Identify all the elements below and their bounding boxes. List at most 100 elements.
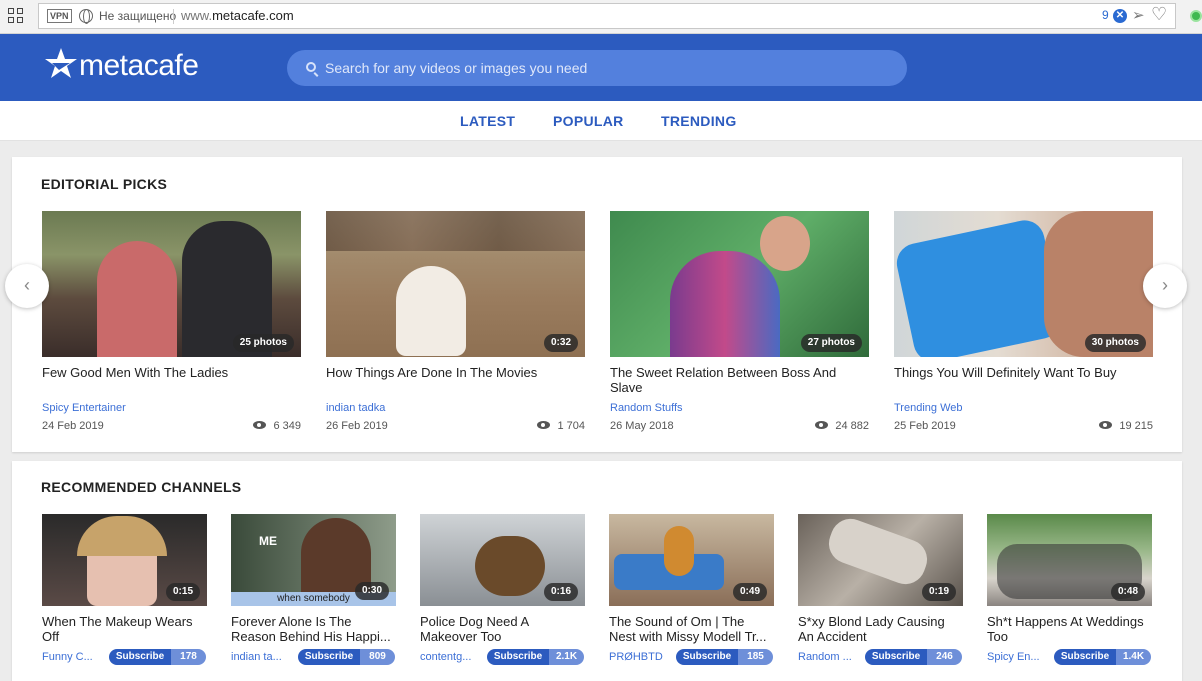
media-badge: 25 photos <box>232 334 294 352</box>
subscriber-count: 178 <box>171 649 206 665</box>
chevron-left-icon: ‹ <box>24 275 30 295</box>
card-title[interactable]: When The Makeup Wears Off <box>42 614 202 644</box>
view-count: 19 215 <box>1099 420 1153 432</box>
carousel-prev-button[interactable]: ‹ <box>5 264 49 308</box>
globe-icon[interactable] <box>79 9 93 24</box>
media-badge: 0:49 <box>732 583 767 601</box>
card-title[interactable]: S*xy Blond Lady Causing An Accident <box>798 614 958 644</box>
card-title[interactable]: The Sweet Relation Between Boss And Slav… <box>610 365 860 395</box>
channel-link[interactable]: Trending Web <box>894 402 962 414</box>
tabs-grid-icon[interactable] <box>8 8 24 24</box>
thumb-face <box>760 216 810 271</box>
thumb-person <box>670 251 780 357</box>
card-thumbnail[interactable]: 25 photos <box>42 211 301 357</box>
card-thumbnail[interactable]: 0:15 <box>42 514 207 606</box>
subscriber-count: 809 <box>360 649 395 665</box>
section-title: EDITORIAL PICKS <box>41 176 168 192</box>
channel-link[interactable]: indian ta... <box>231 651 282 663</box>
editorial-picks-panel: EDITORIAL PICKS 25 photos Few Good Men W… <box>12 157 1182 452</box>
eye-icon <box>253 421 267 429</box>
channel-footer: Spicy En... Subscribe 1.4K <box>987 649 1152 665</box>
channel-link[interactable]: PRØHBTD <box>609 651 663 663</box>
subscribe-button[interactable]: Subscribe 1.4K <box>1054 649 1151 665</box>
view-count: 6 349 <box>253 420 301 432</box>
card-title[interactable]: Sh*t Happens At Weddings Too <box>987 614 1147 644</box>
channel-link[interactable]: Spicy Entertainer <box>42 402 126 414</box>
card-date: 25 Feb 2019 <box>894 420 956 432</box>
view-count: 1 704 <box>537 420 585 432</box>
url-text[interactable]: www.metacafe.com <box>181 8 294 23</box>
heart-icon[interactable]: ♡ <box>1151 4 1167 25</box>
thumb-comb <box>894 216 1065 357</box>
vpn-badge[interactable]: VPN <box>47 9 72 23</box>
subscribe-button[interactable]: Subscribe 185 <box>676 649 773 665</box>
extension-count: 9 <box>1102 8 1109 22</box>
card-thumbnail[interactable]: 0:49 <box>609 514 774 606</box>
channel-link[interactable]: Random ... <box>798 651 852 663</box>
card-thumbnail[interactable]: 30 photos <box>894 211 1153 357</box>
address-bar[interactable]: VPN Не защищено www.metacafe.com 9 ✕ ➢ ♡ <box>38 3 1176 29</box>
subscribe-button[interactable]: Subscribe 2.1K <box>487 649 584 665</box>
card-date: 24 Feb 2019 <box>42 420 104 432</box>
card-title[interactable]: How Things Are Done In The Movies <box>326 365 576 380</box>
card-thumbnail[interactable]: 0:32 <box>326 211 585 357</box>
url-prefix: www. <box>181 8 213 23</box>
logo[interactable]: metacafe <box>43 46 203 86</box>
search-bar[interactable] <box>287 50 907 86</box>
card-title[interactable]: Few Good Men With The Ladies <box>42 365 292 380</box>
subscribe-button[interactable]: Subscribe 809 <box>298 649 395 665</box>
subscribe-button[interactable]: Subscribe 246 <box>865 649 962 665</box>
subscriber-count: 185 <box>738 649 773 665</box>
channel-footer: Random ... Subscribe 246 <box>798 649 963 665</box>
media-badge: 0:48 <box>1110 583 1145 601</box>
channel-link[interactable]: Funny C... <box>42 651 93 663</box>
view-count: 24 882 <box>815 420 869 432</box>
card-thumbnail[interactable]: 0:48 <box>987 514 1152 606</box>
search-icon <box>306 62 316 72</box>
thumb-person-left <box>97 241 177 357</box>
views-value: 19 215 <box>1119 420 1153 432</box>
views-value: 1 704 <box>557 420 585 432</box>
thumb-horse <box>396 266 466 356</box>
carousel-next-button[interactable]: › <box>1143 264 1187 308</box>
card-thumbnail[interactable]: 27 photos <box>610 211 869 357</box>
card-title[interactable]: Police Dog Need A Makeover Too <box>420 614 580 644</box>
status-dot-icon[interactable] <box>1190 10 1202 22</box>
channel-link[interactable]: contentg... <box>420 651 471 663</box>
chevron-right-icon: › <box>1162 275 1168 295</box>
extension-icon[interactable]: ✕ <box>1113 9 1127 23</box>
subscribe-label: Subscribe <box>865 649 927 665</box>
thumb-object <box>823 514 933 590</box>
security-status[interactable]: Не защищено <box>99 9 176 23</box>
card-thumbnail[interactable]: ME when somebody 0:30 <box>231 514 396 606</box>
nav-popular[interactable]: POPULAR <box>553 113 624 129</box>
send-icon[interactable]: ➢ <box>1132 6 1145 24</box>
card-date: 26 Feb 2019 <box>326 420 388 432</box>
views-value: 6 349 <box>273 420 301 432</box>
channel-link[interactable]: indian tadka <box>326 402 385 414</box>
card-thumbnail[interactable]: 0:16 <box>420 514 585 606</box>
browser-toolbar: VPN Не защищено www.metacafe.com 9 ✕ ➢ ♡ <box>0 0 1202 34</box>
main-nav: LATEST POPULAR TRENDING <box>0 101 1202 141</box>
card-title[interactable]: Things You Will Definitely Want To Buy <box>894 365 1144 380</box>
subscribe-label: Subscribe <box>109 649 171 665</box>
card-title[interactable]: Forever Alone Is The Reason Behind His H… <box>231 614 391 644</box>
media-badge: 0:19 <box>921 583 956 601</box>
eye-icon <box>537 421 551 429</box>
recommended-channels-panel: RECOMMENDED CHANNELS 0:15 When The Makeu… <box>12 461 1182 681</box>
nav-trending[interactable]: TRENDING <box>661 113 737 129</box>
overlay-text: ME <box>259 534 277 548</box>
card-title[interactable]: The Sound of Om | The Nest with Missy Mo… <box>609 614 769 644</box>
views-value: 24 882 <box>835 420 869 432</box>
search-input[interactable] <box>325 50 885 86</box>
subscribe-button[interactable]: Subscribe 178 <box>109 649 206 665</box>
card-thumbnail[interactable]: 0:19 <box>798 514 963 606</box>
channel-link[interactable]: Random Stuffs <box>610 402 683 414</box>
channel-footer: Funny C... Subscribe 178 <box>42 649 207 665</box>
channel-link[interactable]: Spicy En... <box>987 651 1040 663</box>
media-badge: 0:32 <box>543 334 578 352</box>
nav-latest[interactable]: LATEST <box>460 113 515 129</box>
media-badge: 27 photos <box>800 334 862 352</box>
logo-star-icon <box>45 48 77 78</box>
logo-text: metacafe <box>79 49 199 82</box>
